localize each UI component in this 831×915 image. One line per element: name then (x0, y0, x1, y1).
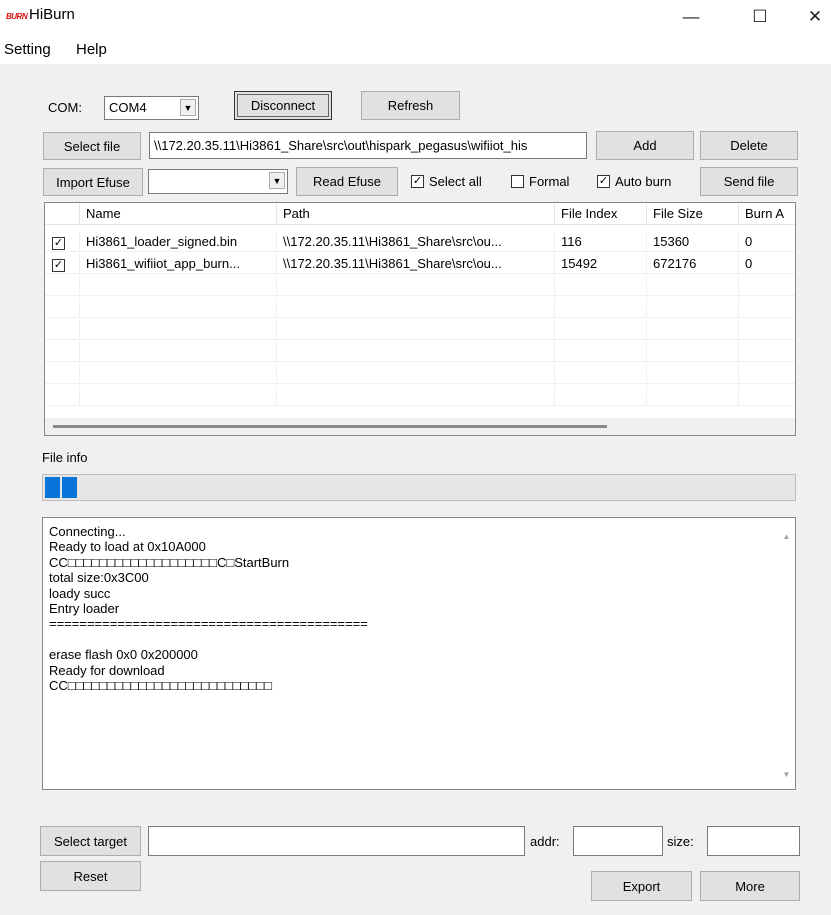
row-path: \\172.20.35.11\Hi3861_Share\src\ou... (277, 254, 555, 274)
size-label: size: (667, 834, 694, 849)
row-checkbox[interactable]: ✓ (52, 237, 65, 250)
formal-checkbox[interactable]: Formal (511, 174, 569, 189)
app-logo-icon: BURN (6, 12, 28, 21)
select-all-checkbox[interactable]: ✓ Select all (411, 174, 482, 189)
select-all-check-icon: ✓ (411, 175, 424, 188)
title-bar: BURN HiBurn — ☐ ✕ (0, 0, 831, 34)
refresh-button[interactable]: Refresh (361, 91, 460, 120)
addr-input[interactable] (573, 826, 663, 856)
column-header-check[interactable] (45, 203, 80, 225)
efuse-select[interactable]: ▼ (148, 169, 288, 194)
target-path-input[interactable] (148, 826, 525, 856)
column-header-name[interactable]: Name (80, 203, 277, 225)
read-efuse-button[interactable]: Read Efuse (296, 167, 398, 196)
row-burn-addr: 0 (739, 254, 795, 274)
progress-chunk (62, 477, 77, 498)
row-file-size: 672176 (647, 254, 739, 274)
log-text: Connecting... Ready to load at 0x10A000 … (49, 524, 368, 694)
table-row[interactable]: ✓ Hi3861_loader_signed.bin \\172.20.35.1… (45, 232, 795, 252)
close-button[interactable]: ✕ (792, 0, 831, 34)
chevron-down-icon: ▼ (269, 172, 285, 189)
burn-progress-bar (42, 474, 796, 501)
empty-row (45, 276, 795, 296)
column-header-path[interactable]: Path (277, 203, 555, 225)
row-file-index: 116 (555, 232, 647, 252)
formal-label: Formal (529, 174, 570, 189)
vertical-scrollbar[interactable]: ▲ ▼ (778, 518, 795, 789)
file-list-header: Name Path File Index File Size Burn A (45, 203, 795, 225)
com-port-select[interactable]: COM4 ▼ (104, 96, 199, 120)
formal-check-icon (511, 175, 524, 188)
com-label: COM: (48, 100, 82, 115)
column-header-file-index[interactable]: File Index (555, 203, 647, 225)
reset-button[interactable]: Reset (40, 861, 141, 891)
delete-button[interactable]: Delete (700, 131, 798, 160)
log-output[interactable]: Connecting... Ready to load at 0x10A000 … (42, 517, 796, 790)
com-port-value: COM4 (109, 100, 147, 115)
column-header-file-size[interactable]: File Size (647, 203, 739, 225)
export-button[interactable]: Export (591, 871, 692, 901)
scroll-down-icon[interactable]: ▼ (778, 766, 795, 783)
window-title: HiBurn (29, 6, 75, 23)
disconnect-button[interactable]: Disconnect (234, 91, 332, 120)
auto-burn-label: Auto burn (615, 174, 672, 189)
file-path-input[interactable]: \\172.20.35.11\Hi3861_Share\src\out\hisp… (149, 132, 587, 159)
row-burn-addr: 0 (739, 232, 795, 252)
more-button[interactable]: More (700, 871, 800, 901)
progress-fill (45, 477, 77, 498)
chevron-down-icon: ▼ (180, 99, 196, 116)
row-name: Hi3861_wifiiot_app_burn... (80, 254, 277, 274)
minimize-button[interactable]: — (668, 0, 714, 34)
menu-setting[interactable]: Setting (4, 41, 51, 58)
maximize-icon: ☐ (752, 7, 768, 26)
file-list[interactable]: Name Path File Index File Size Burn A ✓ … (44, 202, 796, 436)
scroll-up-icon[interactable]: ▲ (778, 528, 795, 545)
auto-burn-check-icon: ✓ (597, 175, 610, 188)
row-checkbox[interactable]: ✓ (52, 259, 65, 272)
import-efuse-button[interactable]: Import Efuse (43, 168, 143, 196)
menu-bar: Setting Help (0, 34, 831, 64)
file-info-label: File info (42, 450, 88, 465)
add-button[interactable]: Add (596, 131, 694, 160)
select-file-button[interactable]: Select file (43, 132, 141, 160)
menu-help[interactable]: Help (76, 41, 107, 58)
size-input[interactable] (707, 826, 800, 856)
auto-burn-checkbox[interactable]: ✓ Auto burn (597, 174, 671, 189)
empty-row (45, 298, 795, 318)
addr-label: addr: (530, 834, 560, 849)
empty-row (45, 364, 795, 384)
empty-row (45, 320, 795, 340)
table-row[interactable]: ✓ Hi3861_wifiiot_app_burn... \\172.20.35… (45, 254, 795, 274)
column-header-burn-addr[interactable]: Burn A (739, 203, 795, 225)
row-name: Hi3861_loader_signed.bin (80, 232, 277, 252)
row-file-size: 15360 (647, 232, 739, 252)
minimize-icon: — (682, 7, 700, 26)
maximize-button[interactable]: ☐ (737, 0, 783, 34)
select-target-button[interactable]: Select target (40, 826, 141, 856)
select-all-label: Select all (429, 174, 482, 189)
horizontal-scrollbar[interactable] (45, 418, 795, 435)
scrollbar-thumb[interactable] (53, 425, 607, 428)
row-path: \\172.20.35.11\Hi3861_Share\src\ou... (277, 232, 555, 252)
progress-chunk (45, 477, 60, 498)
empty-row (45, 342, 795, 362)
send-file-button[interactable]: Send file (700, 167, 798, 196)
row-file-index: 15492 (555, 254, 647, 274)
empty-row (45, 386, 795, 406)
close-icon: ✕ (807, 7, 823, 26)
